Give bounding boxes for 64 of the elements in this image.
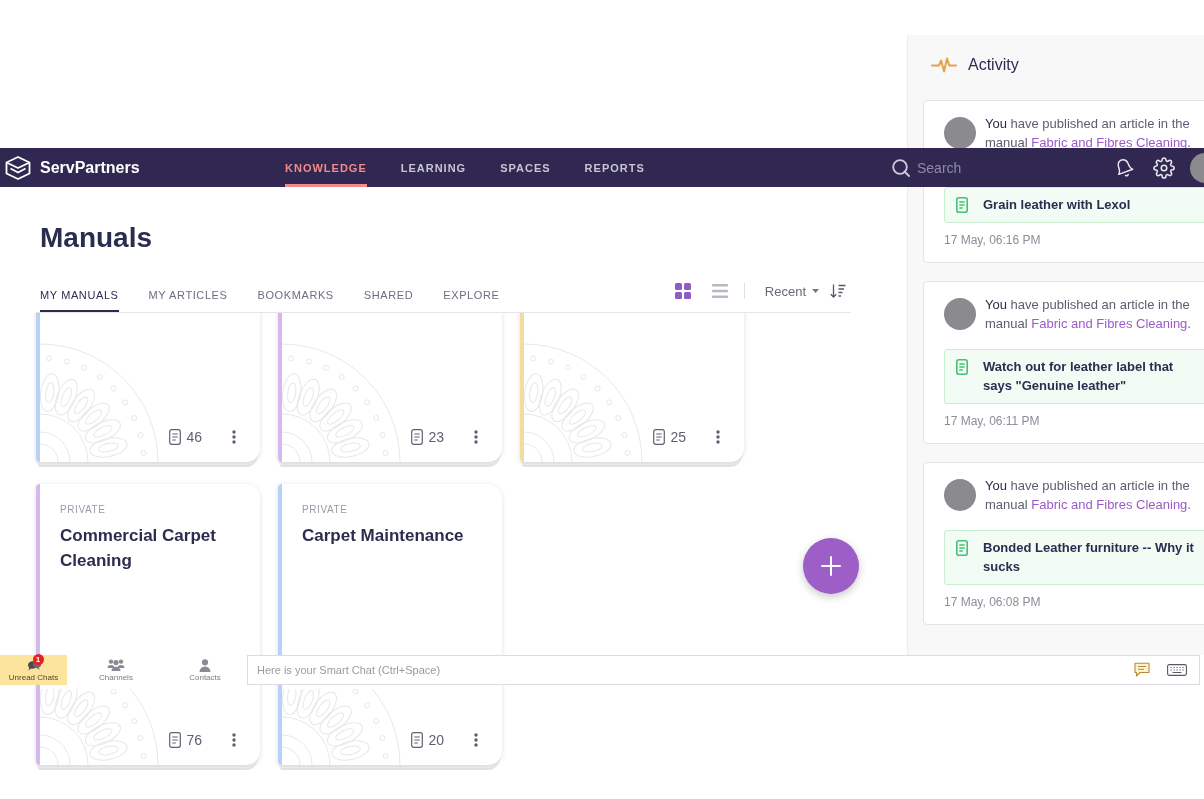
unread-badge: 1 (32, 653, 44, 665)
tab[interactable]: BOOKMARKS (257, 283, 334, 312)
page-title: Manuals (40, 221, 153, 255)
chat-icon[interactable] (1134, 662, 1150, 677)
activity-time: 17 May, 06:11 PM (944, 413, 1040, 429)
nav-link[interactable]: KNOWLEDGE (285, 148, 367, 187)
more-icon[interactable] (474, 430, 478, 444)
caret-icon (812, 289, 819, 293)
logo-icon (5, 155, 31, 180)
chat-tab[interactable]: 1 Unread Chats (0, 655, 67, 685)
sort-icon[interactable] (830, 284, 846, 298)
search-field[interactable]: Search (917, 157, 1087, 178)
card-label: PRIVATE (60, 504, 106, 516)
user-avatar (944, 479, 976, 511)
activity-text: You have published an article in the manual Fabric and Fibres Cleaning. (985, 115, 1192, 152)
tab[interactable]: SHARED (363, 283, 414, 312)
more-icon[interactable] (232, 430, 236, 444)
article-link[interactable]: Bonded Leather furniture -- Why it sucks (944, 530, 1204, 585)
card-title: Commercial Carpet Cleaning (60, 525, 217, 572)
nav-link[interactable]: SPACES (500, 148, 551, 187)
activity-time: 17 May, 06:08 PM (944, 594, 1041, 610)
document-icon (653, 429, 666, 445)
article-count: 46 (186, 429, 202, 445)
tab[interactable]: EXPLORE (443, 283, 500, 312)
smart-chat-field[interactable]: Here is your Smart Chat (Ctrl+Space) (247, 655, 1200, 685)
activity-text: You have published an article in the manual Fabric and Fibres Cleaning. (985, 477, 1192, 514)
grid-view-icon[interactable] (674, 283, 691, 299)
more-icon[interactable] (716, 430, 720, 444)
brand-name: ServPartners (40, 158, 140, 177)
more-icon[interactable] (474, 733, 478, 747)
article-link[interactable]: Watch out for leather label that says "Genuine leather" (944, 349, 1204, 404)
sort-dropdown[interactable]: Recent (764, 283, 819, 299)
tab[interactable]: MY ARTICLES (148, 283, 228, 312)
article-link[interactable]: Grain leather with Lexol (944, 187, 1204, 223)
nav-link[interactable]: REPORTS (584, 148, 645, 187)
article-count: 76 (186, 732, 202, 748)
notifications-icon[interactable] (1114, 157, 1134, 178)
person-icon (199, 658, 211, 672)
plus-icon (821, 556, 841, 576)
document-icon (956, 359, 968, 375)
keyboard-icon[interactable] (1167, 664, 1187, 676)
people-icon (107, 659, 125, 671)
article-count: 25 (670, 429, 686, 445)
card-label: PRIVATE (302, 504, 348, 516)
article-count: 23 (428, 429, 444, 445)
more-icon[interactable] (232, 733, 236, 747)
document-icon (411, 732, 424, 748)
nav-link[interactable]: LEARNING (400, 148, 467, 187)
document-icon (169, 732, 182, 748)
document-icon (169, 429, 182, 445)
add-button[interactable] (803, 538, 859, 594)
article-count: 20 (428, 732, 444, 748)
document-icon (956, 197, 968, 213)
document-icon (956, 540, 968, 556)
pulse-icon (931, 57, 957, 73)
activity-title: Activity (968, 56, 1019, 74)
user-avatar (944, 298, 976, 330)
search-icon[interactable] (892, 158, 910, 177)
settings-icon[interactable] (1153, 156, 1175, 179)
document-icon (411, 429, 424, 445)
activity-text: You have published an article in the manual Fabric and Fibres Cleaning. (985, 296, 1192, 333)
activity-time: 17 May, 06:16 PM (944, 232, 1041, 248)
card-title: Carpet Maintenance (302, 525, 465, 547)
user-avatar (944, 117, 976, 149)
